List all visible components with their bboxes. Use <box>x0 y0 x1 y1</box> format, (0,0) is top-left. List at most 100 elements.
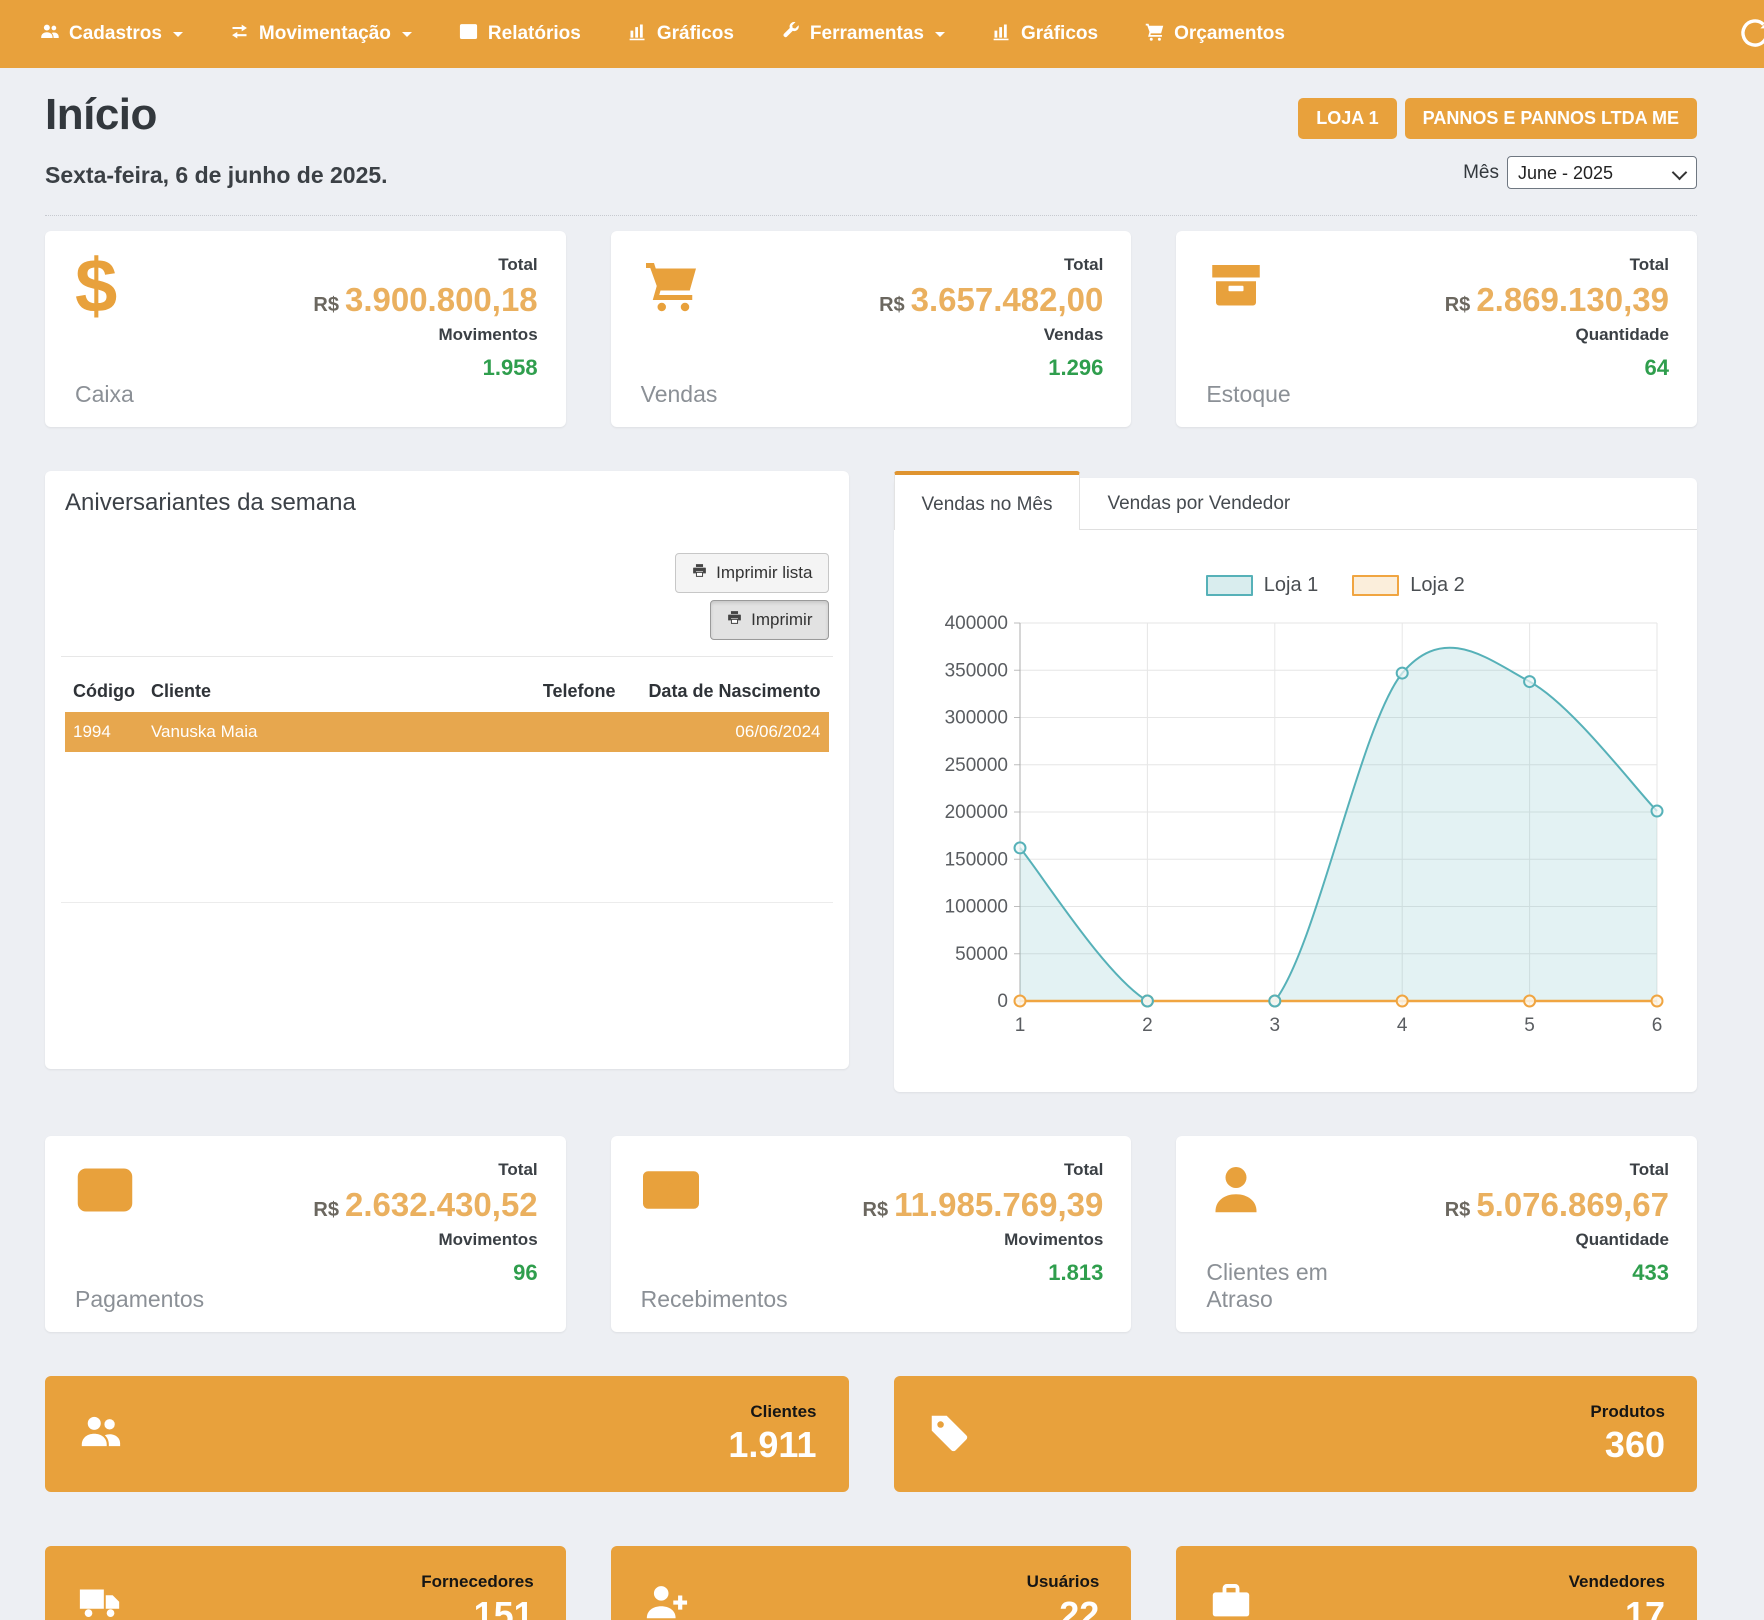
truck-icon <box>77 1579 123 1620</box>
nav-label: Gráficos <box>657 23 734 45</box>
sales-panel: Vendas no Mês Vendas por Vendedor Loja 1… <box>894 471 1698 1092</box>
count-value: 64 <box>1645 355 1669 381</box>
tile-clientes[interactable]: Clientes 1.911 <box>45 1376 849 1492</box>
sales-chart-card: Loja 1 Loja 2 05000010000015000020000025… <box>894 530 1698 1092</box>
company-button[interactable]: PANNOS E PANNOS LTDA ME <box>1405 98 1697 139</box>
money-bill-icon: 1 <box>641 1160 816 1225</box>
card-name: Pagamentos <box>75 1286 250 1312</box>
sales-tabs: Vendas no Mês Vendas por Vendedor <box>894 478 1698 530</box>
total-label: Total <box>1630 1160 1669 1180</box>
nav-movimentacao[interactable]: Movimentação <box>206 0 435 68</box>
svg-text:50000: 50000 <box>955 944 1008 965</box>
person-icon <box>1206 1160 1381 1225</box>
page-title: Início <box>45 90 157 140</box>
svg-text:300000: 300000 <box>945 708 1008 729</box>
printer-icon <box>726 609 743 631</box>
month-label: Mês <box>1463 162 1499 184</box>
user-plus-icon <box>643 1579 689 1620</box>
card-name: Estoque <box>1206 381 1381 407</box>
print-button[interactable]: Imprimir <box>710 600 828 640</box>
caret-down-icon <box>173 32 183 37</box>
total-label: Total <box>1064 1160 1103 1180</box>
svg-text:6: 6 <box>1652 1015 1663 1036</box>
svg-text:4: 4 <box>1397 1015 1408 1036</box>
print-list-button[interactable]: Imprimir lista <box>675 553 828 593</box>
legend-swatch-loja1 <box>1206 575 1253 596</box>
count-value: 1.958 <box>483 355 538 381</box>
svg-text:150000: 150000 <box>945 849 1008 870</box>
wrench-icon <box>780 21 801 48</box>
nav-label: Ferramentas <box>810 23 924 45</box>
card-name: Caixa <box>75 381 250 407</box>
printer-icon <box>691 562 708 584</box>
cell-code: 1994 <box>65 712 143 752</box>
count-label: Quantidade <box>1575 1230 1669 1250</box>
sales-line-chart: 0500001000001500002000002500003000003500… <box>915 611 1675 1056</box>
navbar: Cadastros Movimentação Relatórios Gráfic… <box>0 0 1764 68</box>
box-icon <box>1206 255 1381 320</box>
total-value: R$2.632.430,52 <box>313 1186 537 1224</box>
tile-value: 151 <box>474 1594 534 1620</box>
card-recebimentos: 1 Recebimentos Total R$11.985.769,39 Mov… <box>611 1136 1132 1332</box>
nav-orcamentos[interactable]: Orçamentos <box>1121 0 1308 68</box>
svg-text:2: 2 <box>1142 1015 1153 1036</box>
tag-icon <box>926 1409 972 1460</box>
nav-graficos-1[interactable]: Gráficos <box>604 0 757 68</box>
nav-relatorios[interactable]: Relatórios <box>435 0 604 68</box>
total-label: Total <box>1630 255 1669 275</box>
count-label: Vendas <box>1044 325 1104 345</box>
nav-cadastros[interactable]: Cadastros <box>16 0 206 68</box>
tile-value: 22 <box>1059 1594 1099 1620</box>
month-select[interactable]: June - 2025 <box>1507 156 1697 189</box>
count-value: 1.296 <box>1048 355 1103 381</box>
total-value: R$5.076.869,67 <box>1445 1186 1669 1224</box>
card-estoque: Estoque Total R$2.869.130,39 Quantidade … <box>1176 231 1697 427</box>
bar-chart-icon <box>627 21 648 48</box>
svg-text:5: 5 <box>1525 1015 1536 1036</box>
total-value: R$2.869.130,39 <box>1445 281 1669 319</box>
legend-item-loja1[interactable]: Loja 1 <box>1206 574 1319 597</box>
total-value: R$3.657.482,00 <box>879 281 1103 319</box>
briefcase-icon <box>1208 1579 1254 1620</box>
tile-label: Vendedores <box>1569 1572 1665 1592</box>
nav-label: Movimentação <box>259 23 391 45</box>
nav-label: Relatórios <box>488 23 581 45</box>
exchange-icon <box>229 21 250 48</box>
users-icon <box>77 1409 123 1460</box>
month-select-wrap: June - 2025 <box>1507 156 1697 189</box>
current-date: Sexta-feira, 6 de junho de 2025. <box>45 162 388 189</box>
nav-ferramentas[interactable]: Ferramentas <box>757 0 968 68</box>
tab-vendas-no-mes[interactable]: Vendas no Mês <box>894 471 1081 530</box>
tile-label: Usuários <box>1027 1572 1100 1592</box>
total-label: Total <box>498 1160 537 1180</box>
tile-fornecedores[interactable]: Fornecedores 151 <box>45 1546 566 1620</box>
legend-item-loja2[interactable]: Loja 2 <box>1352 574 1465 597</box>
count-value: 433 <box>1632 1260 1669 1286</box>
tile-produtos[interactable]: Produtos 360 <box>894 1376 1698 1492</box>
cell-client: Vanuska Maia <box>143 712 514 752</box>
card-name: Vendas <box>641 381 816 407</box>
caret-down-icon <box>935 32 945 37</box>
table-row[interactable]: 1994 Vanuska Maia 06/06/2024 <box>65 712 829 752</box>
report-icon <box>458 21 479 48</box>
tile-label: Produtos <box>1590 1402 1665 1422</box>
birthdays-table: Código Cliente Telefone Data de Nascimen… <box>65 671 829 752</box>
tile-vendedores[interactable]: Vendedores 17 <box>1176 1546 1697 1620</box>
tile-value: 360 <box>1605 1424 1665 1466</box>
chart-legend: Loja 1 Loja 2 <box>946 574 1726 597</box>
svg-text:100000: 100000 <box>945 897 1008 918</box>
tile-usuarios[interactable]: Usuários 22 <box>611 1546 1132 1620</box>
nav-label: Orçamentos <box>1174 23 1285 45</box>
count-label: Quantidade <box>1575 325 1669 345</box>
nav-label: Gráficos <box>1021 23 1098 45</box>
store-button[interactable]: LOJA 1 <box>1298 98 1396 139</box>
divider <box>45 215 1697 216</box>
nav-graficos-2[interactable]: Gráficos <box>968 0 1121 68</box>
total-value: R$3.900.800,18 <box>313 281 537 319</box>
birthdays-panel: Aniversariantes da semana Imprimir lista… <box>45 471 849 1069</box>
refresh-icon[interactable] <box>1738 16 1764 54</box>
nav-label: Cadastros <box>69 23 162 45</box>
divider <box>61 902 833 903</box>
svg-text:1: 1 <box>666 1182 675 1200</box>
tab-vendas-por-vendedor[interactable]: Vendas por Vendedor <box>1080 478 1317 529</box>
